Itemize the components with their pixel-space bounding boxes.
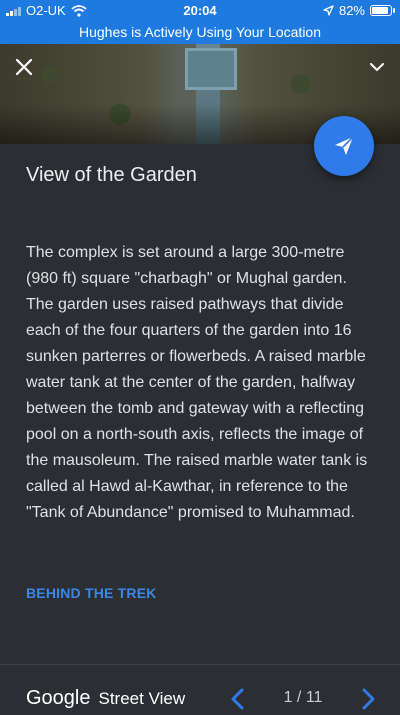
status-right: 82% xyxy=(323,3,395,18)
brand-google: Google xyxy=(26,687,91,709)
location-banner[interactable]: Hughes is Actively Using Your Location xyxy=(0,20,400,44)
water-tank xyxy=(185,48,237,90)
battery-icon xyxy=(370,5,395,16)
footer: Google Street View 1 / 11 xyxy=(0,665,400,712)
share-button[interactable] xyxy=(314,116,374,176)
behind-the-trek-link[interactable]: BEHIND THE TREK xyxy=(26,585,157,601)
chevron-down-icon[interactable] xyxy=(368,58,386,76)
battery-percent: 82% xyxy=(338,3,365,18)
google-street-view-logo: Google Street View xyxy=(26,687,185,710)
close-icon[interactable] xyxy=(12,55,36,79)
brand-street-view: Street View xyxy=(98,689,186,708)
send-icon xyxy=(335,136,354,155)
chevron-right-icon[interactable] xyxy=(358,687,378,711)
location-arrow-icon xyxy=(323,5,334,16)
status-bar: O2-UK 20:04 82% xyxy=(0,0,400,20)
panel-title: View of the Garden xyxy=(26,164,197,186)
pager-count: 1 / 11 xyxy=(283,689,323,706)
pager: 1 / 11 xyxy=(228,685,378,715)
panel-description: The complex is set around a large 300-me… xyxy=(26,244,368,521)
